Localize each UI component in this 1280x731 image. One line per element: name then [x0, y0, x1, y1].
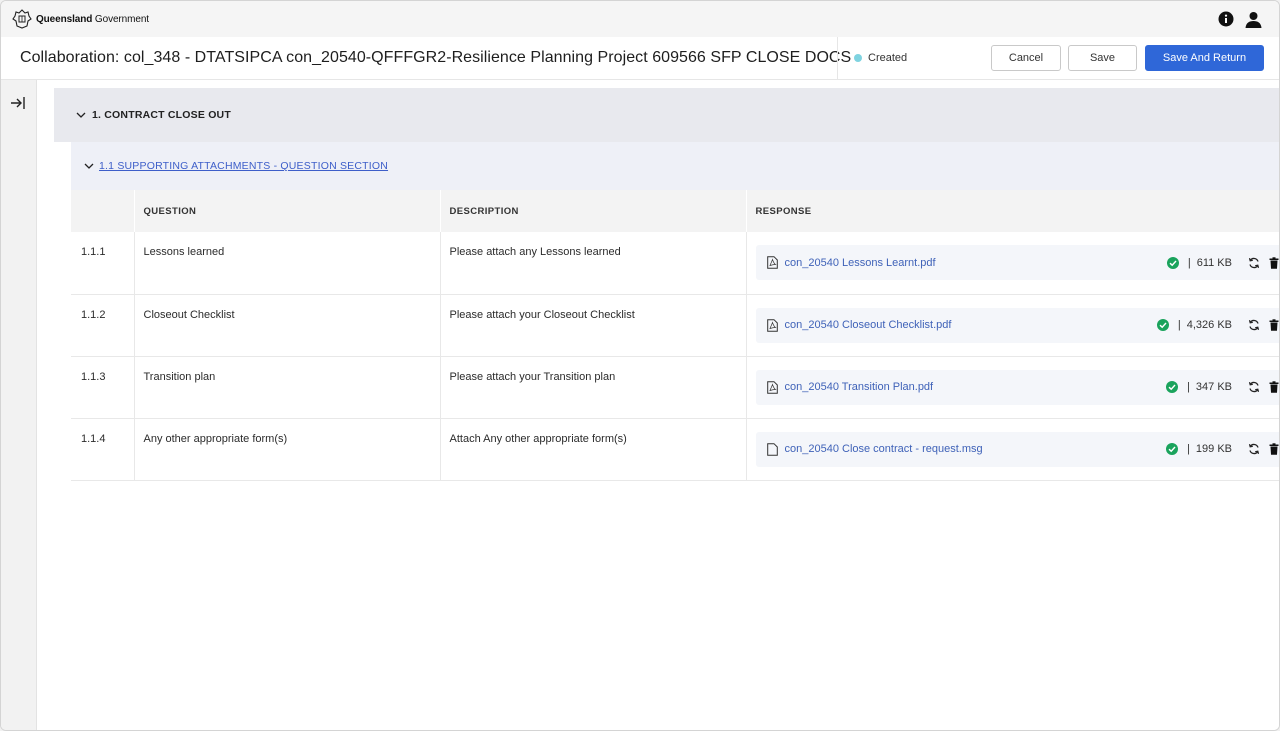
attachment-link[interactable]: con_20540 Close contract - request.msg: [785, 443, 983, 455]
check-circle-icon: [1166, 381, 1179, 393]
replace-icon[interactable]: [1248, 381, 1260, 393]
trash-icon[interactable]: [1268, 257, 1280, 269]
trash-icon[interactable]: [1268, 381, 1280, 393]
save-button[interactable]: Save: [1068, 45, 1137, 71]
question-table: QUESTION DESCRIPTION RESPONSE 1.1.1 Less…: [71, 190, 1280, 481]
replace-icon[interactable]: [1248, 257, 1260, 269]
attachment-card: con_20540 Lessons Learnt.pdf | 611 KB: [755, 245, 1280, 281]
response-cell: con_20540 Transition Plan.pdf | 347 KB: [746, 356, 1280, 419]
status-label: Created: [868, 52, 908, 64]
crest-icon: [12, 9, 32, 29]
description-text: Attach Any other appropriate form(s): [440, 418, 747, 481]
attachment-card: con_20540 Transition Plan.pdf | 347 KB: [755, 369, 1280, 405]
chevron-down-icon[interactable]: [76, 110, 86, 120]
response-cell: con_20540 Close contract - request.msg |…: [746, 418, 1280, 481]
trash-icon[interactable]: [1268, 443, 1280, 455]
question-text: Transition plan: [134, 356, 441, 419]
page-header: Collaboration: col_348 - DTATSIPCA con_2…: [1, 37, 1279, 80]
subsection-header[interactable]: 1.1 SUPPORTING ATTACHMENTS - QUESTION SE…: [71, 142, 1279, 190]
section-title: 1. CONTRACT CLOSE OUT: [92, 109, 231, 121]
main-content: 1. CONTRACT CLOSE OUT 1.1 SUPPORTING ATT…: [38, 80, 1280, 730]
file-size: 611 KB: [1196, 256, 1232, 269]
pdf-file-icon: [766, 318, 778, 332]
check-circle-icon: [1156, 319, 1169, 331]
table-header-row: QUESTION DESCRIPTION RESPONSE: [71, 190, 1279, 232]
attachment-link[interactable]: con_20540 Lessons Learnt.pdf: [785, 257, 936, 269]
pdf-file-icon: [766, 380, 778, 394]
save-and-return-button[interactable]: Save And Return: [1145, 45, 1264, 71]
question-number: 1.1.1: [71, 232, 135, 295]
description-text: Please attach any Lessons learned: [440, 232, 747, 295]
section-header[interactable]: 1. CONTRACT CLOSE OUT: [54, 88, 1279, 142]
app-window: Queensland Government Collaboration: col…: [0, 0, 1280, 731]
government-logo[interactable]: Queensland Government: [12, 9, 149, 29]
replace-icon[interactable]: [1248, 319, 1260, 331]
side-rail: [1, 80, 37, 730]
page-title: Collaboration: col_348 - DTATSIPCA con_2…: [20, 49, 852, 66]
table-row: 1.1.3 Transition plan Please attach your…: [71, 356, 1280, 419]
user-icon[interactable]: [1244, 10, 1262, 28]
brand-name: Queensland: [36, 13, 93, 25]
generic-file-icon: [766, 442, 778, 456]
info-icon[interactable]: [1217, 10, 1235, 28]
table-row: 1.1.1 Lessons learned Please attach any …: [71, 232, 1280, 295]
subsection-link[interactable]: 1.1 SUPPORTING ATTACHMENTS - QUESTION SE…: [99, 160, 388, 172]
chevron-down-icon[interactable]: [84, 161, 94, 171]
pdf-file-icon: [766, 256, 778, 270]
status-dot-icon: [854, 54, 862, 62]
table-row: 1.1.2 Closeout Checklist Please attach y…: [71, 294, 1280, 357]
cancel-button[interactable]: Cancel: [991, 45, 1061, 71]
question-number: 1.1.4: [71, 418, 135, 481]
response-cell: con_20540 Lessons Learnt.pdf | 611 KB: [746, 232, 1280, 295]
attachment-link[interactable]: con_20540 Closeout Checklist.pdf: [785, 319, 952, 331]
question-text: Lessons learned: [134, 232, 441, 295]
response-cell: con_20540 Closeout Checklist.pdf | 4,326…: [746, 294, 1280, 357]
file-size: 347 KB: [1195, 381, 1232, 393]
file-size: 4,326 KB: [1186, 319, 1232, 331]
check-circle-icon: [1166, 443, 1179, 455]
expand-panel-icon[interactable]: [10, 96, 26, 110]
header-divider: [837, 37, 838, 79]
government-bar: Queensland Government: [1, 1, 1279, 37]
status-badge: Created: [854, 52, 907, 64]
check-circle-icon: [1166, 256, 1179, 269]
column-header-description: DESCRIPTION: [440, 190, 747, 232]
column-header-response: RESPONSE: [746, 190, 1279, 232]
question-number: 1.1.2: [71, 294, 135, 357]
column-header-question: QUESTION: [134, 190, 441, 232]
replace-icon[interactable]: [1248, 443, 1260, 455]
question-text: Closeout Checklist: [134, 294, 441, 357]
table-row: 1.1.4 Any other appropriate form(s) Atta…: [71, 418, 1280, 481]
attachment-link[interactable]: con_20540 Transition Plan.pdf: [785, 381, 934, 393]
description-text: Please attach your Closeout Checklist: [440, 294, 747, 357]
attachment-card: con_20540 Close contract - request.msg |…: [755, 431, 1280, 467]
attachment-card: con_20540 Closeout Checklist.pdf | 4,326…: [755, 307, 1280, 343]
question-number: 1.1.3: [71, 356, 135, 419]
description-text: Please attach your Transition plan: [440, 356, 747, 419]
trash-icon[interactable]: [1268, 319, 1280, 331]
brand-suffix: Government: [92, 13, 149, 25]
column-header-number: [71, 190, 135, 232]
question-text: Any other appropriate form(s): [134, 418, 441, 481]
file-size: 199 KB: [1195, 443, 1232, 455]
